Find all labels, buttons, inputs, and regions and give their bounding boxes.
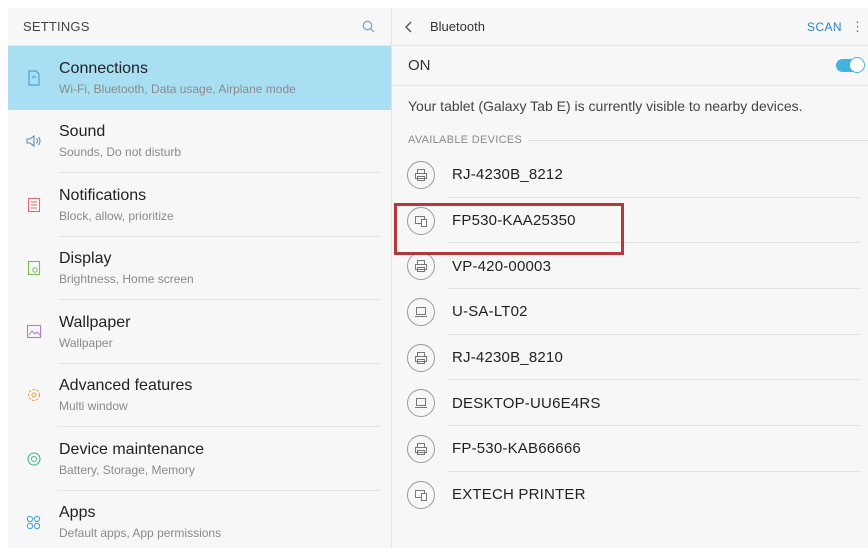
- device-name: RJ-4230B_8210: [452, 349, 564, 367]
- laptop-icon: [407, 297, 435, 326]
- toggle-label: ON: [408, 57, 431, 74]
- device-item[interactable]: RJ-4230B_8210: [392, 335, 868, 381]
- printer-icon: [407, 343, 435, 372]
- menu-item-subtitle: Wallpaper: [59, 335, 113, 350]
- bluetooth-toggle-row[interactable]: ON: [392, 46, 868, 86]
- device-name: EXTECH PRINTER: [452, 486, 586, 504]
- menu-item-subtitle: Brightness, Home screen: [59, 272, 194, 287]
- wallpaper-icon: [8, 324, 59, 339]
- device-icon: [407, 206, 435, 235]
- device-name: FP-530-KAB66666: [452, 440, 581, 458]
- menu-item-title: Connections: [59, 59, 148, 77]
- settings-title: SETTINGS: [23, 19, 90, 34]
- menu-item-subtitle: Sounds, Do not disturb: [59, 145, 182, 160]
- page-title: Bluetooth: [430, 19, 485, 34]
- connections-icon: [8, 70, 59, 86]
- device-name: RJ-4230B_8212: [452, 166, 564, 184]
- bluetooth-panel: Bluetooth SCAN ⋮ ON Your tablet (Galaxy …: [392, 8, 868, 548]
- menu-item-connections[interactable]: Connections Wi-Fi, Bluetooth, Data usage…: [8, 46, 391, 110]
- menu-item-wallpaper[interactable]: Wallpaper Wallpaper: [8, 300, 391, 364]
- menu-item-subtitle: Wi-Fi, Bluetooth, Data usage, Airplane m…: [59, 81, 296, 96]
- menu-item-title: Apps: [59, 504, 96, 522]
- laptop-icon: [407, 389, 435, 418]
- device-item[interactable]: U-SA-LT02: [392, 289, 868, 335]
- apps-icon: [8, 515, 59, 530]
- device-item[interactable]: DESKTOP-UU6E4RS: [392, 380, 868, 427]
- menu-item-title: Notifications: [59, 186, 147, 204]
- notifications-icon: [8, 197, 59, 213]
- settings-panel: SETTINGS Connections Wi-Fi, Bluetooth, D…: [8, 8, 391, 548]
- section-label: AVAILABLE DEVICES: [408, 134, 523, 146]
- menu-item-subtitle: Block, allow, prioritize: [59, 208, 174, 223]
- visibility-message: Your tablet (Galaxy Tab E) is currently …: [408, 98, 803, 114]
- menu-item-title: Display: [59, 250, 112, 268]
- printer-icon: [407, 160, 435, 189]
- device-item[interactable]: FP-530-KAB66666: [392, 426, 868, 472]
- settings-header: SETTINGS: [8, 8, 391, 46]
- scan-button[interactable]: SCAN: [807, 20, 842, 34]
- menu-item-title: Wallpaper: [59, 313, 131, 331]
- bluetooth-header: Bluetooth SCAN ⋮: [392, 8, 868, 46]
- device-name: U-SA-LT02: [452, 303, 528, 321]
- device-item[interactable]: VP-420-00003: [392, 243, 868, 290]
- device-name: FP530-KAA25350: [452, 212, 576, 230]
- device-list: RJ-4230B_8212 FP530-KAA25350 VP-420-0000…: [392, 152, 868, 518]
- more-options-icon[interactable]: ⋮: [851, 20, 864, 34]
- advanced-features-icon: [8, 387, 59, 403]
- menu-item-advanced-features[interactable]: Advanced features Multi window: [8, 364, 391, 427]
- menu-item-notifications[interactable]: Notifications Block, allow, prioritize: [8, 173, 391, 237]
- menu-item-display[interactable]: Display Brightness, Home screen: [8, 237, 391, 300]
- device-name: VP-420-00003: [452, 257, 552, 275]
- device-icon: [407, 480, 435, 509]
- menu-item-device-maintenance[interactable]: Device maintenance Battery, Storage, Mem…: [8, 427, 391, 491]
- menu-item-title: Device maintenance: [59, 440, 204, 458]
- bluetooth-switch[interactable]: [836, 57, 865, 73]
- device-name: DESKTOP-UU6E4RS: [452, 394, 601, 412]
- menu-item-title: Sound: [59, 123, 106, 141]
- menu-item-apps[interactable]: Apps Default apps, App permissions: [8, 491, 391, 548]
- menu-item-subtitle: Battery, Storage, Memory: [59, 462, 195, 477]
- printer-icon: [407, 434, 435, 463]
- search-icon[interactable]: [362, 20, 375, 33]
- available-devices-header: AVAILABLE DEVICES: [392, 128, 868, 152]
- display-icon: [8, 260, 59, 276]
- printer-icon: [407, 252, 435, 281]
- device-maintenance-icon: [8, 451, 59, 467]
- menu-item-sound[interactable]: Sound Sounds, Do not disturb: [8, 110, 391, 173]
- menu-item-title: Advanced features: [59, 377, 193, 395]
- device-item[interactable]: RJ-4230B_8212: [392, 152, 868, 198]
- device-item[interactable]: FP530-KAA25350: [392, 198, 868, 244]
- sound-icon: [8, 134, 59, 148]
- device-item[interactable]: EXTECH PRINTER: [392, 472, 868, 518]
- back-arrow-icon[interactable]: [404, 21, 422, 33]
- menu-item-subtitle: Multi window: [59, 399, 128, 414]
- menu-item-subtitle: Default apps, App permissions: [59, 526, 222, 541]
